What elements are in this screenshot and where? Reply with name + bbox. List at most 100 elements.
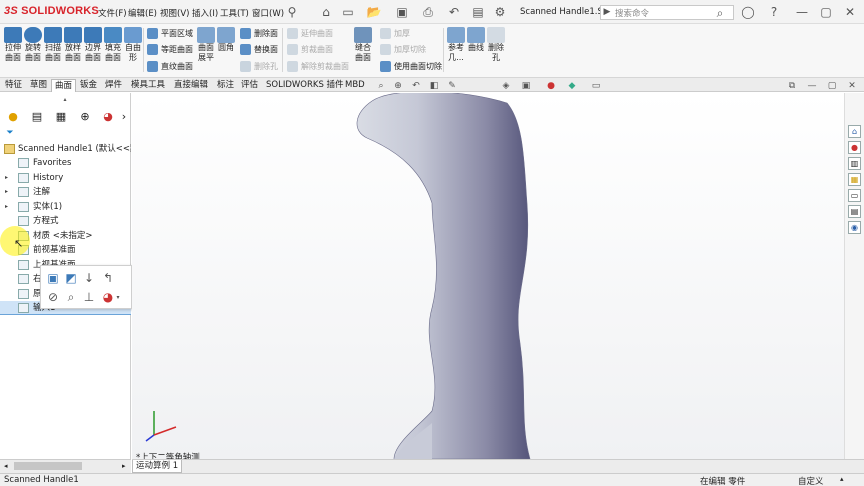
rebuild-icon[interactable]: ▤ xyxy=(470,4,486,20)
tree-item-history[interactable]: ▸ History xyxy=(0,171,131,185)
freeform-button[interactable]: 自由形 xyxy=(123,27,143,63)
menu-file[interactable]: 文件(F) xyxy=(98,7,127,19)
maximize-icon[interactable]: ▢ xyxy=(818,4,834,20)
zoom-to-fit-icon[interactable]: ⌕ xyxy=(375,80,387,92)
view-orientation-icon[interactable]: ◈ xyxy=(500,80,512,92)
open-icon[interactable]: 📂 xyxy=(366,4,382,20)
display-settings-icon[interactable]: ▭ xyxy=(590,80,602,92)
design-library-icon[interactable]: ● xyxy=(848,141,861,154)
tab-motion-study[interactable]: 运动算例 1 xyxy=(132,460,183,473)
normal-to-icon[interactable]: ⊥ xyxy=(81,289,97,305)
dropdown-arrow-icon[interactable]: ▾ xyxy=(114,289,122,305)
delete-face-button[interactable]: 删除面 xyxy=(240,28,278,39)
tile-icon[interactable]: ⧉ xyxy=(786,80,798,92)
panel-collapse-handle-icon[interactable]: ▴ xyxy=(60,95,70,103)
edit-feature-icon[interactable]: ▣ xyxy=(45,270,61,286)
tab-weldments[interactable]: 焊件 xyxy=(102,79,125,92)
solidworks-forum-icon[interactable]: ◉ xyxy=(848,221,861,234)
scroll-left-icon[interactable]: ◂ xyxy=(4,462,8,470)
tab-surfaces[interactable]: 曲面 xyxy=(51,79,77,92)
expand-arrow-icon[interactable]: ▸ xyxy=(5,185,8,199)
offset-surface-button[interactable]: 等距曲面 xyxy=(147,44,193,55)
panel-next-icon[interactable]: › xyxy=(118,107,130,125)
feature-manager-tab-icon[interactable]: ● xyxy=(3,107,23,125)
dynamic-annotation-icon[interactable]: ✎ xyxy=(446,80,458,92)
tab-solidworks-addins[interactable]: SOLIDWORKS 插件 xyxy=(263,79,347,92)
view-palette-icon[interactable]: ▦ xyxy=(848,173,861,186)
menu-view[interactable]: 视图(V) xyxy=(160,7,189,19)
dimxpert-tab-icon[interactable]: ⊕ xyxy=(75,107,95,125)
home-icon[interactable]: ⌂ xyxy=(318,4,334,20)
scene-icon[interactable]: ◆ xyxy=(566,80,578,92)
tree-item-annotations[interactable]: ▸ 注解 xyxy=(0,185,131,199)
undo-icon[interactable]: ↶ xyxy=(446,4,462,20)
tree-item-solid-bodies[interactable]: ▸ 实体(1) xyxy=(0,200,131,214)
expand-arrow-icon[interactable]: ▸ xyxy=(5,200,8,214)
tab-sheet-metal[interactable]: 钣金 xyxy=(77,79,100,92)
solidworks-resources-icon[interactable]: ⌂ xyxy=(848,125,861,138)
save-icon[interactable]: ▣ xyxy=(394,4,410,20)
untrim-surface-button[interactable]: 解除剪裁曲面 xyxy=(287,61,349,72)
display-manager-tab-icon[interactable]: ◕ xyxy=(98,107,118,125)
file-explorer-icon[interactable]: ▥ xyxy=(848,157,861,170)
property-manager-tab-icon[interactable]: ▤ xyxy=(27,107,47,125)
thickened-cut-button[interactable]: 加厚切除 xyxy=(380,44,426,55)
new-document-icon[interactable]: ▭ xyxy=(340,4,356,20)
fillet-button[interactable]: 圆角 xyxy=(216,27,236,53)
menu-tools[interactable]: 工具(T) xyxy=(220,7,249,19)
thicken-button[interactable]: 加厚 xyxy=(380,28,410,39)
user-icon[interactable]: ◯ xyxy=(740,4,756,20)
hide-icon[interactable]: ⊘ xyxy=(45,289,61,305)
units-dropdown-icon[interactable]: ▴ xyxy=(840,475,844,483)
menu-edit[interactable]: 编辑(E) xyxy=(128,7,157,19)
appearances-scenes-icon[interactable]: ▭ xyxy=(848,189,861,202)
options-gear-icon[interactable]: ⚙ xyxy=(492,4,508,20)
configuration-manager-tab-icon[interactable]: ▦ xyxy=(51,107,71,125)
pin-icon[interactable]: ⚲ xyxy=(284,4,300,20)
minimize-icon[interactable]: — xyxy=(794,4,810,20)
scroll-right-icon[interactable]: ▸ xyxy=(122,462,126,470)
scanned-handle-model[interactable] xyxy=(132,93,844,459)
tab-direct-editing[interactable]: 直接编辑 xyxy=(171,79,211,92)
tree-item-favorites[interactable]: Favorites xyxy=(0,156,131,170)
tab-mbd[interactable]: MBD xyxy=(342,79,368,92)
expand-arrow-icon[interactable]: ▸ xyxy=(5,171,8,185)
trim-surface-button[interactable]: 剪裁曲面 xyxy=(287,44,333,55)
delete-hole-large-button[interactable]: 删除孔 xyxy=(486,27,506,63)
cut-with-surface-button[interactable]: 使用曲面切除 xyxy=(380,61,442,72)
filter-icon[interactable]: ⏷ xyxy=(4,127,16,139)
planar-surface-button[interactable]: 平面区域 xyxy=(147,28,193,39)
zoom-area-icon[interactable]: ⊕ xyxy=(392,80,404,92)
menu-window[interactable]: 窗口(W) xyxy=(252,7,284,19)
tab-sketch[interactable]: 草图 xyxy=(27,79,50,92)
zoom-to-selection-icon[interactable]: ⌕ xyxy=(63,289,79,305)
print-icon[interactable]: ⎙ xyxy=(420,4,436,20)
ruled-surface-button[interactable]: 直纹曲面 xyxy=(147,61,193,72)
close-icon[interactable]: ✕ xyxy=(842,4,858,20)
tab-markup[interactable]: 标注 xyxy=(214,79,237,92)
menu-insert[interactable]: 插入(I) xyxy=(192,7,218,19)
search-icon[interactable]: ⌕ xyxy=(712,5,728,21)
custom-properties-icon[interactable]: ▤ xyxy=(848,205,861,218)
knit-surface-button[interactable]: 缝合 曲面 xyxy=(353,27,373,63)
status-custom-units[interactable]: 自定义 xyxy=(798,475,824,486)
solidworks-logo[interactable]: 3S SOLIDWORKS xyxy=(4,5,99,17)
extend-surface-button[interactable]: 延伸曲面 xyxy=(287,28,333,39)
scroll-thumb[interactable] xyxy=(14,462,82,470)
tab-features[interactable]: 特征 xyxy=(2,79,25,92)
help-icon[interactable]: ? xyxy=(766,4,782,20)
rollback-icon[interactable]: ↓ xyxy=(81,270,97,286)
tab-evaluate[interactable]: 评估 xyxy=(238,79,261,92)
display-style-icon[interactable]: ▣ xyxy=(520,80,532,92)
viewport-restore-icon[interactable]: ▢ xyxy=(826,80,838,92)
edit-sketch-icon[interactable]: ◩ xyxy=(63,270,79,286)
delete-hole-button[interactable]: 删除孔 xyxy=(240,61,278,72)
back-arrow-icon[interactable]: ↰ xyxy=(100,270,116,286)
tab-mold-tools[interactable]: 模具工具 xyxy=(128,79,168,92)
replace-face-button[interactable]: 替换面 xyxy=(240,44,278,55)
appearance-icon[interactable]: ● xyxy=(545,80,557,92)
tree-root-part[interactable]: Scanned Handle1 (默认<<默 xyxy=(0,142,131,156)
previous-view-icon[interactable]: ↶ xyxy=(410,80,422,92)
viewport-minimize-icon[interactable]: — xyxy=(806,80,818,92)
viewport-close-icon[interactable]: ✕ xyxy=(846,80,858,92)
